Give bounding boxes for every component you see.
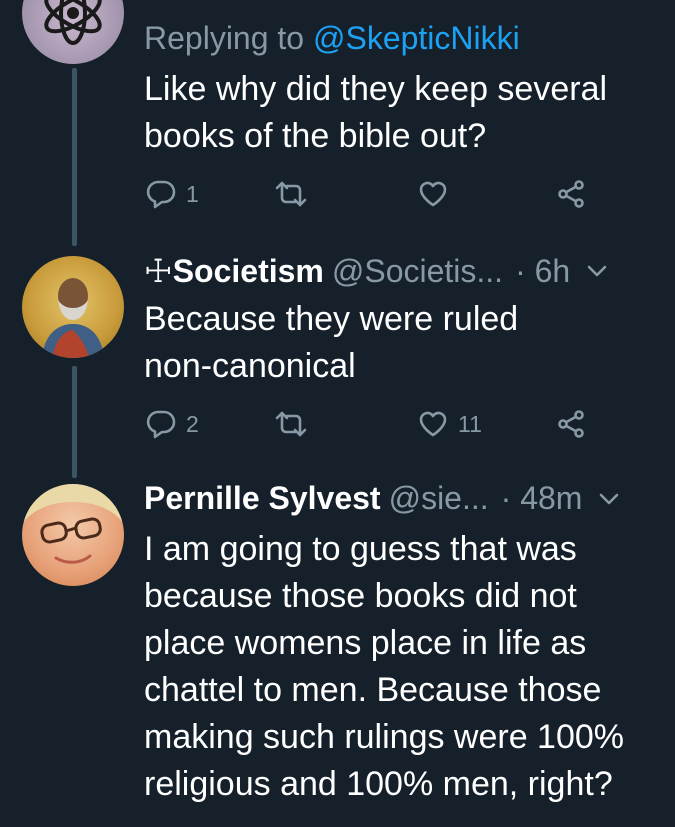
chevron-down-icon[interactable] [584, 261, 610, 281]
avatar[interactable] [22, 256, 124, 358]
tweet-text: Because they were ruled non-canonical [144, 300, 519, 385]
user-photo-icon [22, 484, 124, 564]
reply-button[interactable]: 1 [146, 174, 199, 214]
atom-logo-icon [44, 0, 102, 45]
reply-count: 2 [186, 410, 199, 437]
timestamp[interactable]: · 48m [501, 480, 583, 517]
icon-portrait-icon [42, 278, 104, 358]
tweet-header: Pernille Sylvest @sie... · 48m [144, 480, 622, 517]
cross-icon: ☩ [144, 253, 173, 289]
user-handle[interactable]: @Societis... [332, 253, 503, 290]
retweet-button[interactable] [274, 404, 308, 444]
share-button[interactable] [556, 404, 586, 444]
replying-to-label: Replying to [144, 20, 305, 56]
like-button[interactable] [418, 174, 448, 214]
display-name[interactable]: ☩Societism [144, 252, 324, 290]
like-icon [419, 181, 447, 207]
chevron-down-icon[interactable] [596, 489, 622, 509]
reply-button[interactable]: 2 [146, 404, 199, 444]
retweet-icon [275, 181, 307, 207]
retweet-button[interactable] [274, 174, 308, 214]
replying-to: Replying to @SkepticNikki [144, 20, 520, 57]
like-button[interactable]: 11 [418, 404, 482, 444]
user-handle[interactable]: @sie... [389, 480, 489, 517]
thread-line-1 [72, 68, 77, 246]
reply-count: 1 [186, 180, 199, 207]
tweet-header: ☩Societism @Societis... · 6h [144, 252, 610, 290]
share-icon [558, 410, 584, 438]
share-icon [558, 180, 584, 208]
timestamp[interactable]: · 6h [515, 253, 570, 290]
reply-icon [146, 180, 176, 209]
like-icon [419, 411, 447, 437]
like-count: 11 [458, 410, 482, 437]
avatar[interactable] [22, 0, 124, 64]
tweet-text: Like why did they keep several books of … [144, 70, 608, 155]
reply-icon [146, 410, 176, 439]
tweet-actions: 1 [146, 174, 616, 214]
retweet-icon [275, 411, 307, 437]
display-name[interactable]: Pernille Sylvest [144, 480, 381, 517]
tweet-actions: 2 11 [146, 404, 616, 444]
mention-link[interactable]: @SkepticNikki [313, 20, 520, 56]
share-button[interactable] [556, 174, 586, 214]
thread-line-2 [72, 366, 77, 478]
avatar[interactable] [22, 484, 124, 586]
tweet-text: I am going to guess that was because tho… [144, 530, 625, 803]
